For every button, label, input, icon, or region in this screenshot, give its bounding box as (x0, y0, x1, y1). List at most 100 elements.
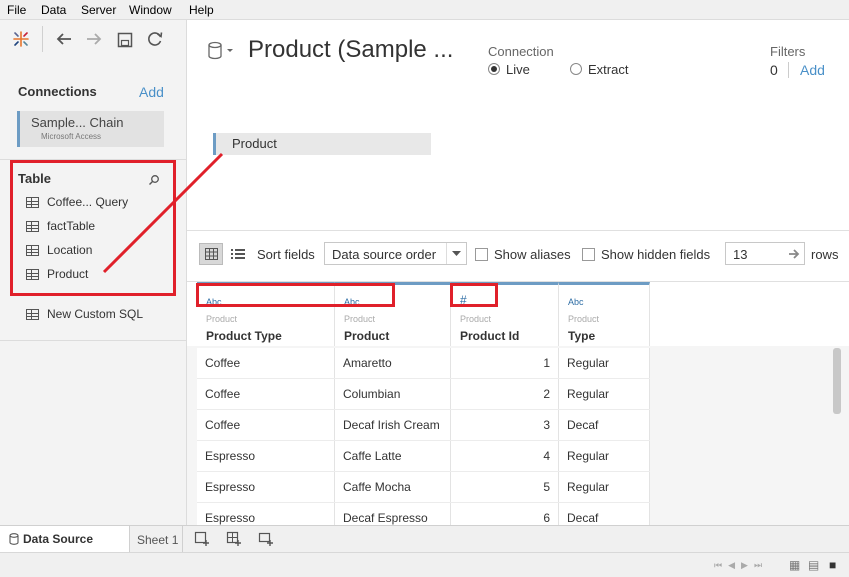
column-name: Type (568, 329, 596, 343)
extract-label: Extract (588, 62, 629, 77)
column-header-type[interactable]: Abc Product Type (559, 282, 650, 346)
connection-extract-option[interactable]: Extract (570, 62, 628, 77)
tabs-view-icon[interactable]: ■ (829, 558, 836, 572)
table-cell: Regular (559, 441, 650, 471)
table-row: Espresso Caffe Latte 4 Regular (197, 441, 650, 472)
table-row: Coffee Amaretto 1 Regular (197, 348, 650, 379)
status-bar: ⏮◀▶⏭ ▦ ▤ ■ (0, 552, 849, 577)
checkbox-icon (582, 248, 595, 261)
filters-count: 0 (770, 62, 778, 78)
table-cell: Coffee (197, 348, 335, 378)
checkbox-icon (475, 248, 488, 261)
sort-fields-value: Data source order (332, 247, 437, 262)
rows-input[interactable]: 13 (725, 242, 805, 265)
table-row: Coffee Decaf Irish Cream 3 Decaf (197, 410, 650, 441)
canvas-table-product[interactable]: Product (213, 133, 431, 155)
tab-data-source[interactable]: Data Source (0, 526, 130, 552)
column-name: Product Id (460, 329, 520, 343)
table-cell: Amaretto (335, 348, 451, 378)
save-icon[interactable] (117, 32, 133, 48)
new-worksheet-icon[interactable] (194, 531, 210, 547)
grid-view-icon (205, 248, 218, 260)
refresh-icon[interactable] (146, 30, 164, 48)
datasource-cylinder-icon[interactable] (207, 41, 235, 61)
table-cell: Regular (559, 379, 650, 409)
table-cell: Espresso (197, 441, 335, 471)
tab-sheet-1-label: Sheet 1 (137, 533, 179, 547)
menu-window[interactable]: Window (129, 3, 172, 17)
filmstrip-icon[interactable]: ▤ (808, 558, 819, 572)
filters-divider (788, 62, 789, 78)
menu-server[interactable]: Server (81, 3, 116, 17)
new-story-icon[interactable] (258, 531, 274, 547)
rows-value: 13 (733, 247, 748, 262)
sheet-navigation-icon[interactable]: ⏮◀▶⏭ (714, 560, 768, 571)
tab-data-source-label: Data Source (23, 532, 94, 546)
toolbar-divider (42, 26, 43, 52)
show-aliases-checkbox[interactable]: Show aliases (475, 247, 571, 262)
datasource-title[interactable]: Product (Sample ... (248, 36, 453, 64)
vertical-scrollbar[interactable] (833, 348, 841, 414)
highlight-box-text-columns (196, 283, 395, 307)
column-source: Product (206, 314, 238, 324)
forward-arrow-icon[interactable] (85, 31, 103, 47)
sort-fields-select[interactable]: Data source order (324, 242, 467, 265)
radio-live-icon (488, 63, 500, 75)
datasource-cylinder-icon (9, 533, 19, 545)
table-cell: Columbian (335, 379, 451, 409)
radio-extract-icon (570, 63, 582, 75)
table-cell: 1 (451, 348, 559, 378)
table-cell: 4 (451, 441, 559, 471)
table-cell: 5 (451, 472, 559, 502)
new-dashboard-icon[interactable] (226, 531, 242, 547)
list-view-icon[interactable] (231, 248, 245, 260)
tab-sheet-1[interactable]: Sheet 1 (131, 526, 183, 552)
grid-view-button[interactable] (199, 243, 223, 265)
sheet-tab-bar: Data Source Sheet 1 (0, 525, 849, 552)
connection-item[interactable]: Sample... Chain Microsoft Access (17, 111, 164, 147)
table-cell: Espresso (197, 472, 335, 502)
table-cell: Coffee (197, 379, 335, 409)
table-cell: Regular (559, 348, 650, 378)
menu-bar: File Data Server Window Help (0, 0, 849, 20)
back-arrow-icon[interactable] (55, 31, 73, 47)
custom-sql-icon (26, 308, 39, 320)
table-cell: 2 (451, 379, 559, 409)
add-filter-link[interactable]: Add (800, 62, 825, 78)
sheet-sorter-icon[interactable]: ▦ (789, 558, 800, 572)
new-custom-sql-item[interactable]: New Custom SQL (26, 304, 143, 324)
tableau-logo-icon[interactable] (11, 29, 31, 49)
table-row: Coffee Columbian 2 Regular (197, 379, 650, 410)
show-hidden-label: Show hidden fields (601, 247, 711, 262)
menu-help[interactable]: Help (189, 3, 214, 17)
add-connection-link[interactable]: Add (139, 84, 164, 100)
panel-divider (0, 340, 186, 341)
table-cell: Caffe Mocha (335, 472, 451, 502)
column-type-icon[interactable]: Abc (568, 297, 584, 307)
table-cell: Decaf (559, 410, 650, 440)
data-table: Coffee Amaretto 1 Regular Coffee Columbi… (197, 348, 650, 530)
column-name: Product Type (206, 329, 282, 343)
connection-label: Connection (488, 44, 554, 59)
column-source: Product (460, 314, 492, 324)
connection-live-option[interactable]: Live (488, 62, 530, 77)
menu-data[interactable]: Data (41, 3, 66, 17)
arrow-right-icon (789, 249, 800, 259)
menu-file[interactable]: File (7, 3, 26, 17)
connection-name: Sample... Chain (31, 115, 124, 130)
table-cell: Coffee (197, 410, 335, 440)
table-cell: Decaf Irish Cream (335, 410, 451, 440)
table-row: Espresso Caffe Mocha 5 Regular (197, 472, 650, 503)
live-label: Live (506, 62, 530, 77)
highlight-box-number-column (450, 283, 498, 307)
rows-label: rows (811, 247, 839, 262)
filters-label: Filters (770, 44, 806, 59)
show-hidden-fields-checkbox[interactable]: Show hidden fields (582, 247, 710, 262)
table-cell: 3 (451, 410, 559, 440)
connections-heading: Connections (18, 84, 97, 99)
select-divider (446, 243, 447, 264)
show-aliases-label: Show aliases (494, 247, 571, 262)
column-source: Product (568, 314, 600, 324)
column-source: Product (344, 314, 376, 324)
custom-sql-label: New Custom SQL (47, 307, 144, 321)
